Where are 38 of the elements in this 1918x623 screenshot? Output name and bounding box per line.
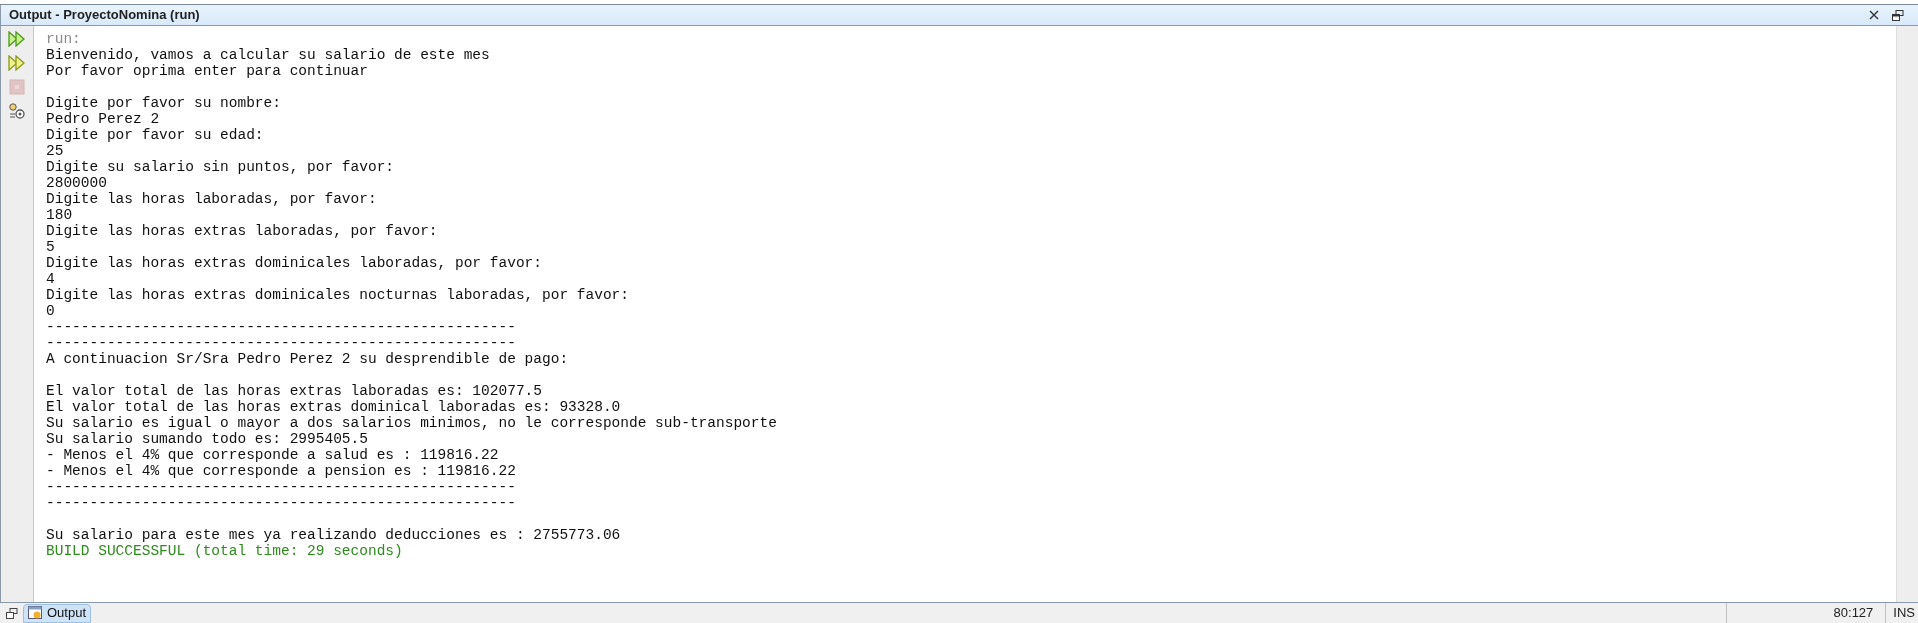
output-line: ------------------------------------------------------ — [46, 479, 517, 495]
output-line: - Menos el 4% que corresponde a pension es : 119816.22 — [46, 463, 517, 479]
output-line: Digite las horas extras laboradas, por favor: — [46, 223, 439, 239]
insert-mode: INS — [1893, 604, 1915, 623]
output-line: - Menos el 4% que corresponde a salud es : 119816.22 — [46, 447, 500, 463]
output-line: 4 — [46, 271, 56, 287]
output-line: Su salario para este mes ya realizando deducciones es : 2755773.06 — [46, 527, 622, 543]
restore-icon[interactable] — [6, 607, 18, 619]
output-line: ------------------------------------------------------ — [46, 319, 517, 335]
window-title: Output - ProyectoNomina (run) — [9, 6, 200, 25]
output-line: BUILD SUCCESSFUL (total time: 29 seconds) — [46, 543, 404, 559]
output-line: ------------------------------------------------------ — [46, 335, 517, 351]
output-line: A continuacion Sr/Sra Pedro Perez 2 su desprendible de pago: — [46, 351, 570, 367]
output-line: 180 — [46, 207, 74, 223]
output-line: Su salario es igual o mayor a dos salarios minimos, no le corresponde sub-transporte — [46, 415, 778, 431]
output-line: 25 — [46, 143, 65, 159]
output-line: run: — [46, 31, 82, 47]
output-line: El valor total de las horas extras laboradas es: 102077.5 — [46, 383, 543, 399]
output-line: El valor total de las horas extras dominical laboradas es: 93328.0 — [46, 399, 622, 415]
restore-window-button[interactable] — [1890, 7, 1906, 23]
output-line: ------------------------------------------------------ — [46, 495, 517, 511]
settings-button[interactable] — [6, 101, 28, 120]
output-line: Digite su salario sin puntos, por favor: — [46, 159, 396, 175]
output-line: 2800000 — [46, 175, 108, 191]
output-line: Su salario sumando todo es: 2995405.5 — [46, 431, 369, 447]
output-line: Bienvenido, vamos a calcular su salario de este mes — [46, 47, 491, 63]
output-tab[interactable]: Output — [23, 603, 92, 623]
output-line: Digite las horas laboradas, por favor: — [46, 191, 378, 207]
output-line: Digite por favor su edad: — [46, 127, 265, 143]
output-line: Digite por favor su nombre: — [46, 95, 282, 111]
cursor-position: 80:127 — [1833, 604, 1874, 623]
output-line: 5 — [46, 239, 56, 255]
console-window-icon — [28, 606, 43, 620]
output-line: Pedro Perez 2 — [46, 111, 161, 127]
output-line: Por favor oprima enter para continuar — [46, 63, 369, 79]
output-line: Digite las horas extras dominicales nocturnas laboradas, por favor: — [46, 287, 630, 303]
output-line: 0 — [46, 303, 56, 319]
output-line: Digite las horas extras dominicales laboradas, por favor: — [46, 255, 543, 271]
